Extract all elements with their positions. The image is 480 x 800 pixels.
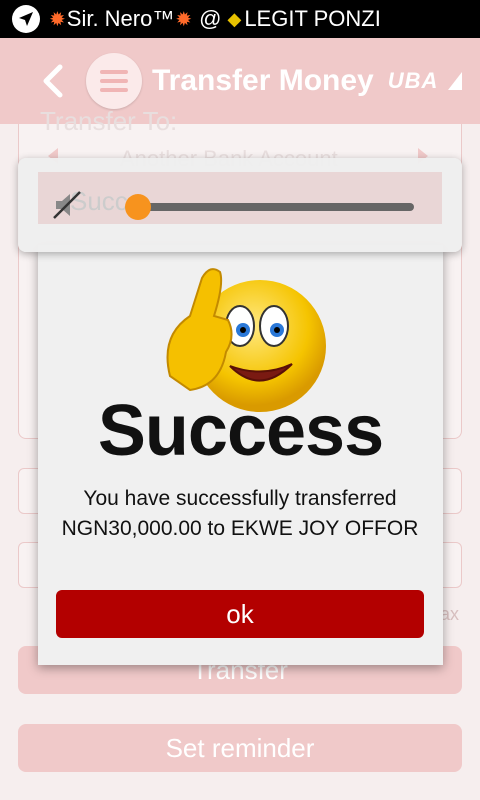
status-bar: ✹ Sir. Nero™ ✹ @ ◆ LEGIT PONZI [0, 0, 480, 38]
transfer-to-label: Transfer To: [40, 106, 178, 136]
status-channel: LEGIT PONZI [244, 6, 381, 31]
status-text: Sir. Nero™ [66, 6, 175, 31]
dialog-title: Success [97, 391, 384, 471]
set-reminder-button[interactable]: Set reminder [18, 724, 462, 772]
navigation-icon [12, 5, 40, 33]
brand-name: UBA [387, 68, 439, 93]
burst-icon: ✹ [175, 8, 193, 31]
brand-logo-icon [448, 72, 463, 90]
speaker-muted-icon[interactable] [50, 188, 84, 222]
status-separator: @ [199, 6, 222, 31]
hamburger-icon [100, 65, 128, 97]
ok-button[interactable]: ok [56, 590, 424, 638]
back-arrow-icon[interactable] [34, 61, 74, 101]
menu-button[interactable] [86, 53, 142, 109]
volume-slider-track[interactable] [138, 203, 414, 211]
dialog-message: You have successfully transferred NGN30,… [61, 487, 419, 540]
volume-slider-thumb[interactable] [125, 194, 151, 220]
page-title: Transfer Money [152, 64, 374, 97]
burst-icon: ✹ [49, 8, 66, 31]
beginner-icon: ◆ [227, 8, 242, 29]
